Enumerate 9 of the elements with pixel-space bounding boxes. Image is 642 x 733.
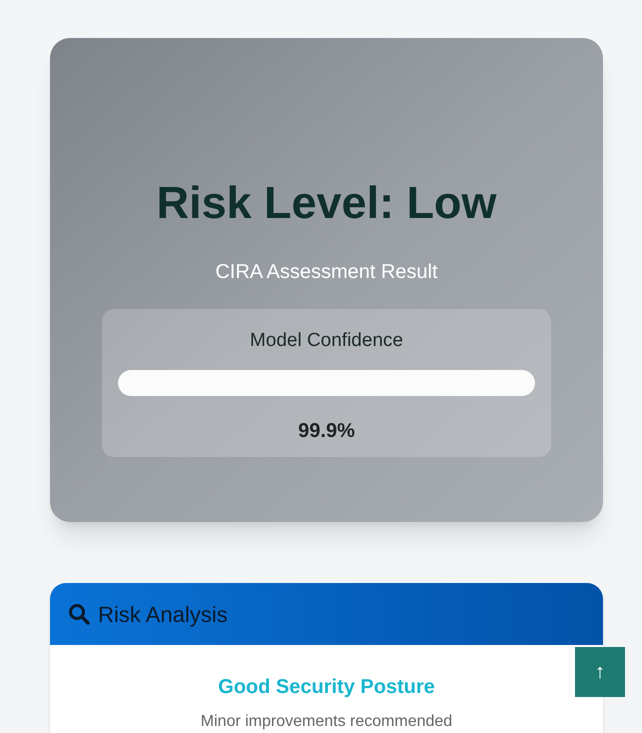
- posture-note: Minor improvements recommended: [200, 712, 452, 732]
- scroll-top-button[interactable]: ↑: [575, 647, 625, 697]
- search-icon: [68, 603, 90, 625]
- posture-heading: Good Security Posture: [218, 675, 435, 700]
- confidence-value: 99.9%: [298, 418, 355, 444]
- confidence-label: Model Confidence: [250, 329, 404, 353]
- assessment-subtitle: CIRA Assessment Result: [215, 260, 438, 285]
- risk-level-title: Risk Level: Low: [156, 180, 497, 225]
- card-title: Risk Analysis: [98, 600, 228, 629]
